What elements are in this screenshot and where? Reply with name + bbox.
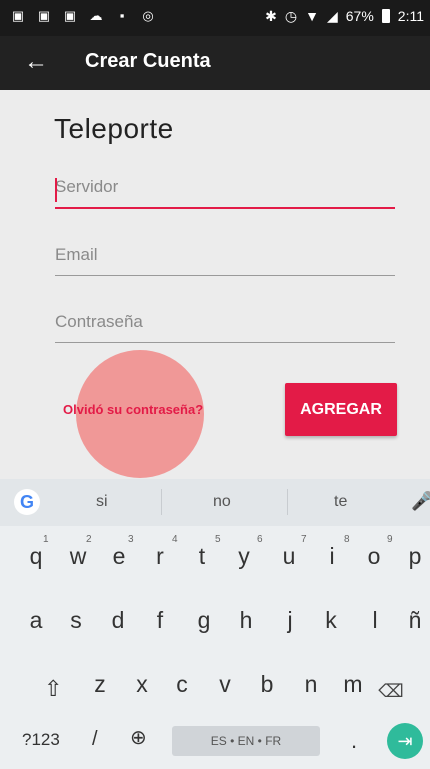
add-button[interactable]: AGREGAR: [285, 383, 397, 436]
key-hint: 2: [86, 534, 92, 545]
key-i[interactable]: i: [315, 543, 349, 570]
soft-keyboard: G si no te 🎤 q w e r t y u i o p 1 2 3 4…: [0, 479, 430, 769]
suggestion-bar: G si no te 🎤: [0, 479, 430, 526]
key-hint: 4: [172, 534, 178, 545]
suggestion-divider: [161, 489, 162, 515]
key-hint: 9: [387, 534, 393, 545]
key-hint: 5: [215, 534, 221, 545]
app-bar: ← Crear Cuenta: [0, 36, 430, 90]
battery-percent: 67%: [345, 8, 374, 24]
shift-icon[interactable]: ⇧: [44, 676, 62, 702]
key-r[interactable]: r: [143, 543, 177, 570]
notification-icon: ▣: [37, 8, 51, 23]
key-s[interactable]: s: [59, 607, 93, 634]
key-p[interactable]: p: [398, 543, 430, 570]
key-f[interactable]: f: [143, 607, 177, 634]
key-hint: 7: [301, 534, 307, 545]
space-bar[interactable]: ES • EN • FR: [172, 726, 320, 756]
bluetooth-icon: ✱: [265, 8, 277, 24]
key-period[interactable]: .: [351, 728, 357, 754]
key-n[interactable]: n: [294, 671, 328, 698]
key-a[interactable]: a: [19, 607, 53, 634]
forgot-password-link[interactable]: Olvidó su contraseña?: [63, 402, 203, 417]
password-field[interactable]: [55, 302, 395, 343]
key-e[interactable]: e: [102, 543, 136, 570]
key-slash[interactable]: /: [92, 728, 98, 751]
key-hint: 3: [128, 534, 134, 545]
key-t[interactable]: t: [185, 543, 219, 570]
key-hint: 6: [257, 534, 263, 545]
server-field[interactable]: [55, 167, 395, 209]
suggestion-divider: [287, 489, 288, 515]
key-l[interactable]: l: [358, 607, 392, 634]
back-arrow-icon[interactable]: ←: [20, 46, 52, 78]
signal-icon: ◢: [326, 8, 338, 24]
key-d[interactable]: d: [101, 607, 135, 634]
key-h[interactable]: h: [229, 607, 263, 634]
key-k[interactable]: k: [314, 607, 348, 634]
image-icon: ▪: [119, 8, 125, 23]
key-q[interactable]: q: [19, 543, 53, 570]
notification-icon: ▣: [11, 8, 25, 23]
key-o[interactable]: o: [357, 543, 391, 570]
symbols-key[interactable]: ?123: [22, 730, 60, 750]
clock: 2:11: [397, 8, 424, 24]
key-g[interactable]: g: [187, 607, 221, 634]
shield-icon: ◎: [142, 8, 154, 23]
key-z[interactable]: z: [83, 671, 117, 698]
alarm-icon: ◷: [284, 8, 298, 24]
key-c[interactable]: c: [165, 671, 199, 698]
key-hint: 1: [43, 534, 49, 545]
notification-icon: ▣: [63, 8, 77, 23]
text-caret: [55, 178, 57, 202]
key-x[interactable]: x: [125, 671, 159, 698]
page-title: Crear Cuenta: [85, 50, 211, 72]
status-bar: ▣ ▣ ▣ ☁ ▪ ◎ ✱ ◷ ▼ ◢ 67% 2:11: [0, 0, 430, 36]
google-icon[interactable]: G: [14, 489, 40, 515]
key-j[interactable]: j: [273, 607, 307, 634]
key-b[interactable]: b: [250, 671, 284, 698]
weather-icon: ☁: [89, 8, 103, 23]
email-field[interactable]: [55, 235, 395, 276]
key-u[interactable]: u: [272, 543, 306, 570]
wifi-icon: ▼: [305, 8, 319, 24]
key-y[interactable]: y: [227, 543, 261, 570]
key-v[interactable]: v: [208, 671, 242, 698]
suggestion-item[interactable]: no: [213, 493, 231, 511]
battery-icon: [381, 9, 390, 23]
status-right: ✱ ◷ ▼ ◢ 67% 2:11: [265, 8, 424, 24]
key-n-tilde[interactable]: ñ: [398, 607, 430, 634]
key-w[interactable]: w: [61, 543, 95, 570]
suggestion-item[interactable]: si: [96, 493, 108, 511]
globe-icon[interactable]: ⊕: [130, 725, 147, 750]
enter-arrow-icon[interactable]: ⇥: [387, 723, 423, 759]
key-m[interactable]: m: [336, 671, 370, 698]
key-hint: 8: [344, 534, 350, 545]
notification-icons: ▣ ▣ ▣ ☁ ▪ ◎: [10, 9, 156, 23]
brand-logo-text: Teleporte: [54, 113, 174, 144]
backspace-icon[interactable]: ⌫: [373, 678, 409, 704]
microphone-icon[interactable]: 🎤: [411, 491, 430, 512]
suggestion-item[interactable]: te: [334, 493, 347, 511]
